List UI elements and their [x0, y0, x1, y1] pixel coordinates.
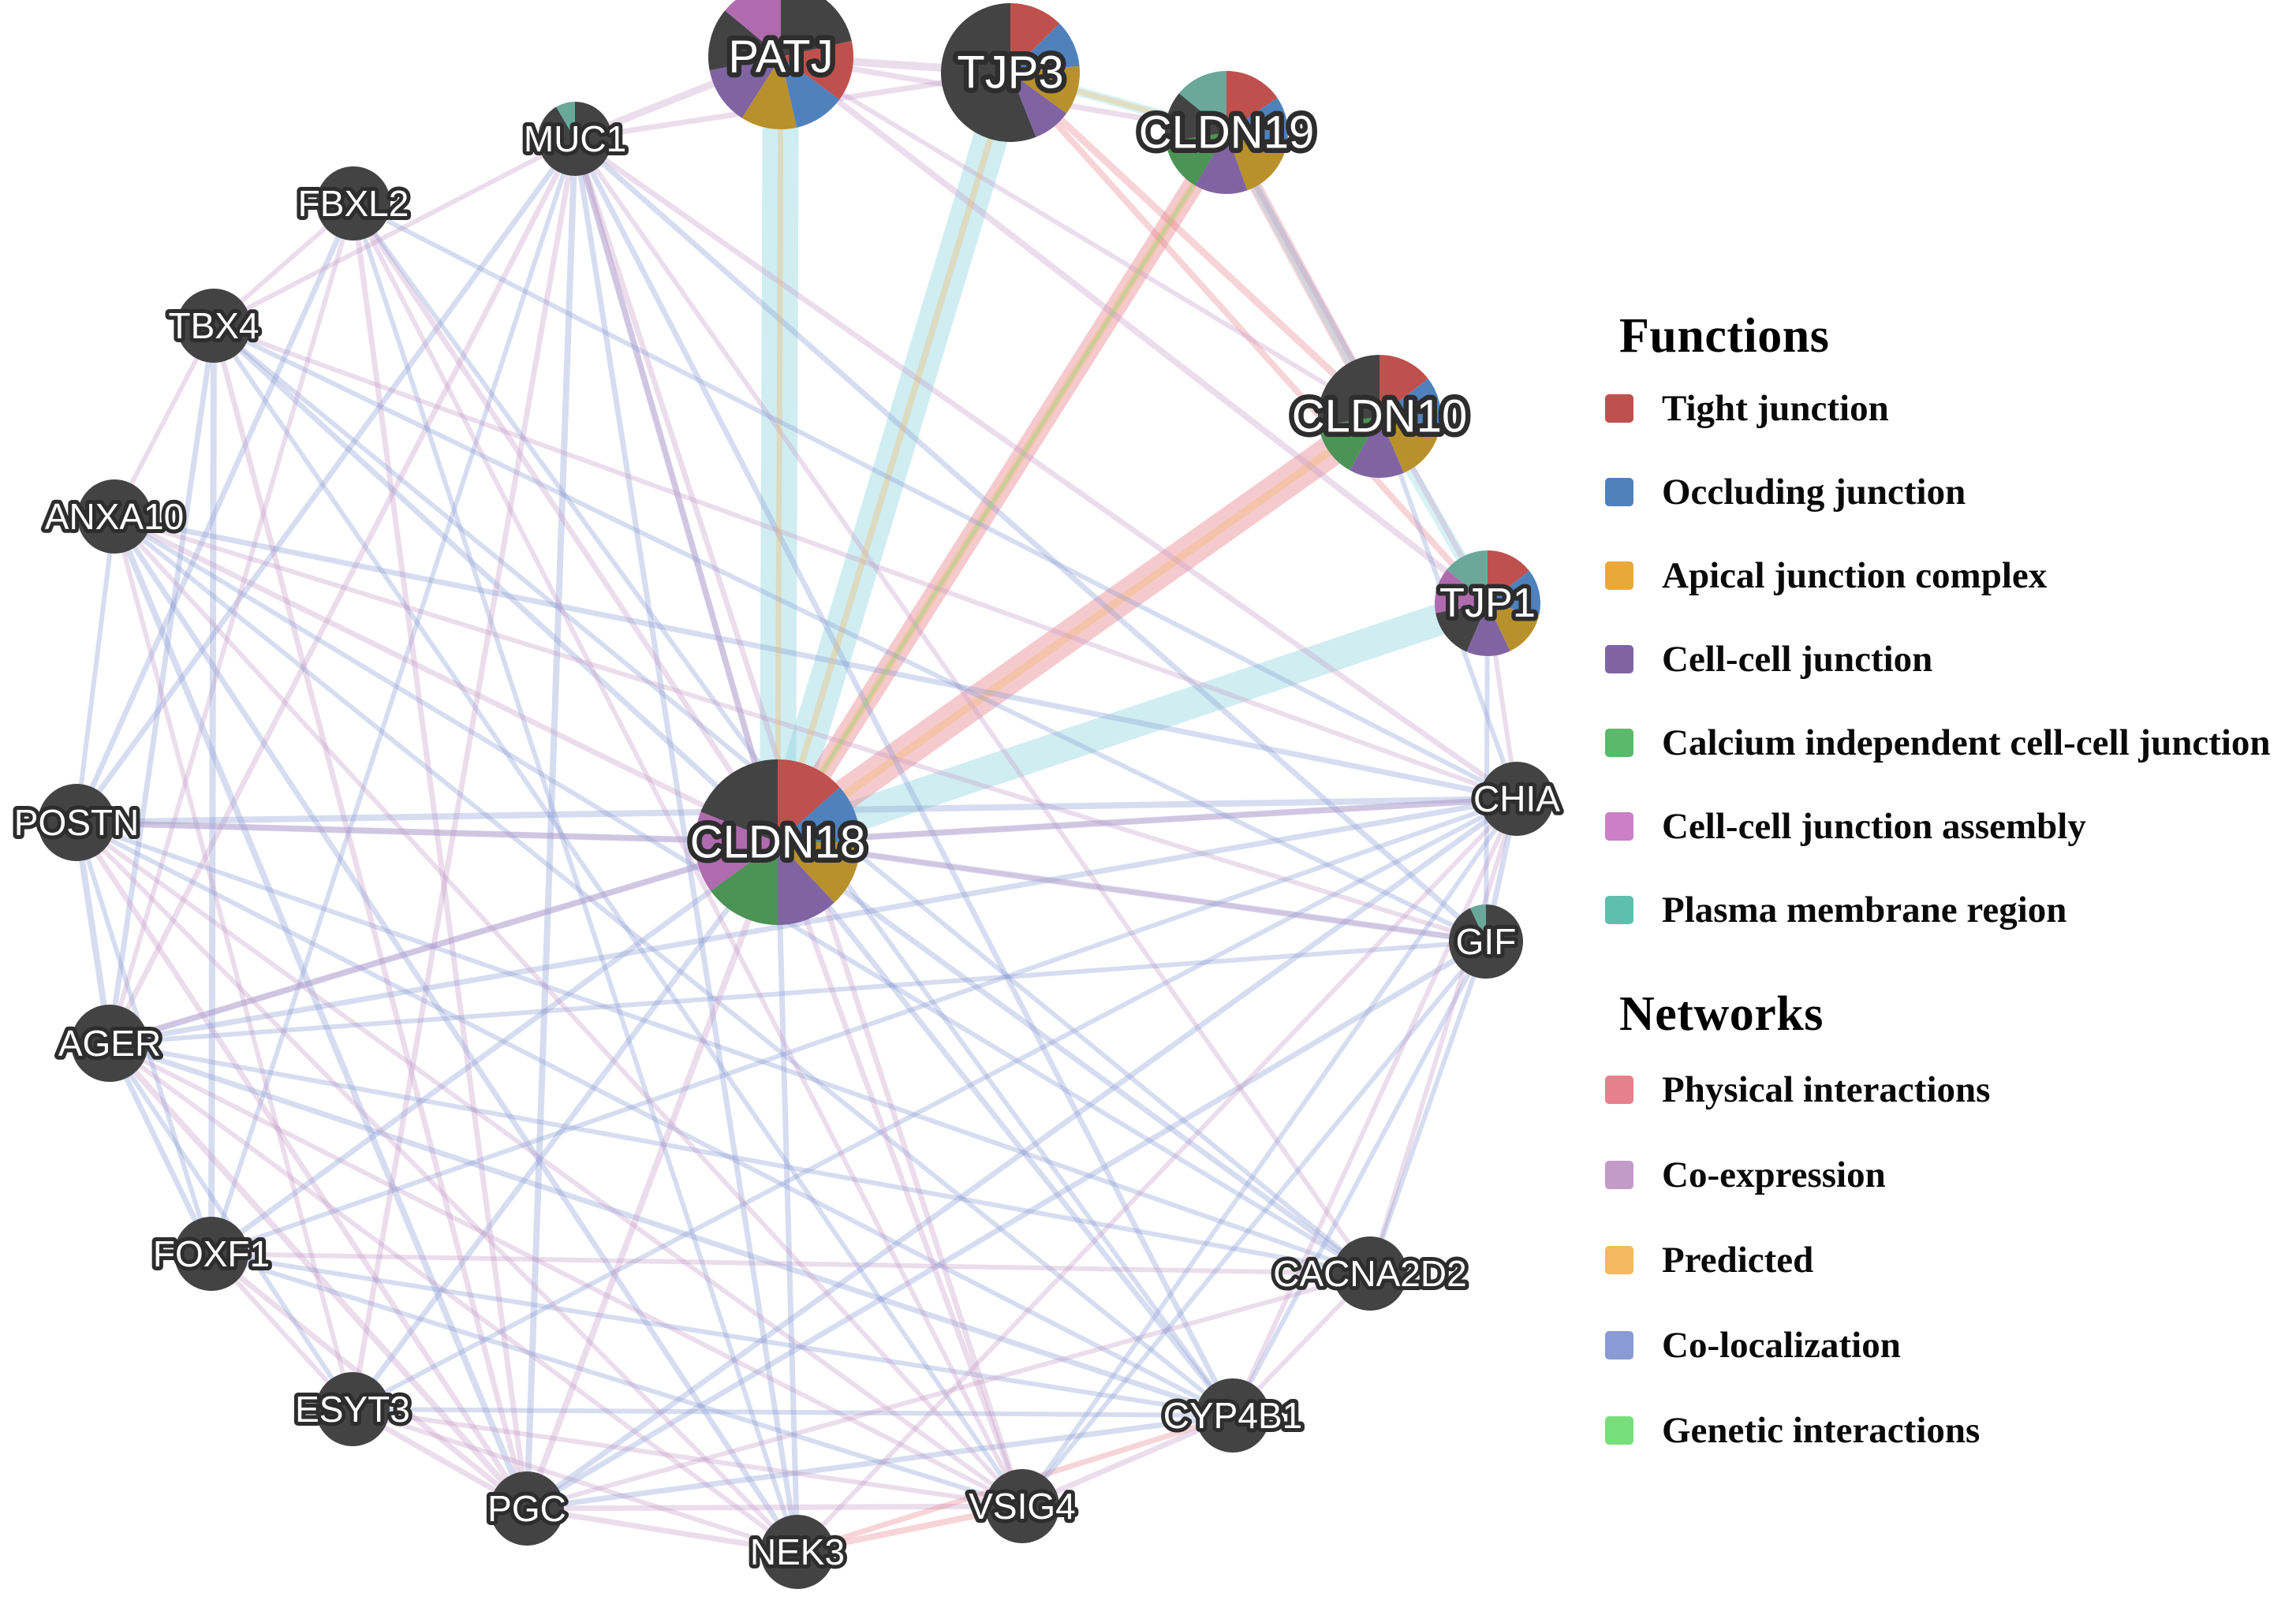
gene-node-pgc[interactable]: PGC — [483, 1471, 570, 1546]
network-edge — [208, 325, 217, 1255]
node-label: AGER — [58, 1023, 161, 1064]
function-legend-label: Apical junction complex — [1662, 554, 2048, 596]
network-edge — [775, 131, 1229, 844]
network-edge — [1230, 940, 1488, 1417]
node-label: CHIA — [1473, 778, 1560, 819]
legend-panel: Functions Tight junction Occluding juncti… — [1605, 311, 2283, 1491]
network-legend-label: Genetic interactions — [1662, 1409, 1981, 1451]
function-legend-label: Cell-cell junction — [1662, 638, 1933, 680]
network-legend-item[interactable]: Physical interactions — [1605, 1065, 2283, 1114]
node-label: CYP4B1 — [1163, 1395, 1302, 1436]
network-legend-swatch-icon — [1605, 1161, 1633, 1189]
network-edge — [1230, 797, 1519, 1417]
network-edge — [351, 202, 780, 844]
gene-node-postn[interactable]: POSTN — [10, 784, 143, 861]
node-label: CLDN18 — [690, 817, 865, 868]
node-label: TBX4 — [168, 305, 259, 346]
network-legend-item[interactable]: Genetic interactions — [1605, 1406, 2283, 1455]
node-label: CLDN10 — [1292, 391, 1467, 442]
node-label: FBXL2 — [298, 183, 409, 224]
network-edge — [775, 56, 784, 843]
network-legend-label: Co-localization — [1662, 1324, 1901, 1366]
node-label: CLDN19 — [1139, 107, 1314, 159]
network-edge — [775, 71, 1014, 844]
function-legend-swatch-icon — [1605, 729, 1633, 757]
gene-node-tjp1[interactable]: TJP1 — [1435, 550, 1540, 656]
network-edge — [572, 138, 781, 843]
function-legend-swatch-icon — [1605, 478, 1633, 506]
network-edge — [106, 325, 217, 1044]
function-legend-label: Cell-cell junction assembly — [1662, 805, 2086, 847]
gene-network-graph: PATJ TJP3 CLDN19 CLDN10 TJP1 CLDN18 MUC1 FBXL2 T… — [10, 0, 1564, 1589]
network-legend-item[interactable]: Co-expression — [1605, 1151, 2283, 1199]
function-legend-label: Tight junction — [1662, 387, 1889, 429]
function-legend-swatch-icon — [1605, 896, 1633, 924]
node-label: ANXA10 — [45, 496, 184, 537]
network-legend-item[interactable]: Co-localization — [1605, 1321, 2283, 1370]
network-edge — [573, 137, 1372, 1275]
network-edge — [109, 939, 1487, 1046]
network-legend-label: Predicted — [1662, 1239, 1814, 1281]
node-label: ESYT3 — [295, 1389, 410, 1430]
network-legend-label: Co-expression — [1662, 1154, 1886, 1195]
network-legend-item[interactable]: Predicted — [1605, 1236, 2283, 1285]
network-legend-label: Physical interactions — [1662, 1069, 1991, 1110]
function-legend-item[interactable]: Tight junction — [1605, 384, 2283, 433]
node-label: PATJ — [728, 32, 833, 83]
gene-node-patj[interactable]: PATJ — [708, 0, 853, 129]
network-legend-swatch-icon — [1605, 1246, 1633, 1274]
node-label: TJP1 — [1439, 580, 1536, 626]
gene-node-gif[interactable]: GIF — [1448, 904, 1523, 979]
function-legend-swatch-icon — [1605, 394, 1633, 423]
node-label: TJP3 — [957, 47, 1063, 99]
node-label: FOXF1 — [153, 1233, 270, 1274]
network-edge — [775, 412, 1382, 846]
figure-canvas: PATJ TJP3 CLDN19 CLDN10 TJP1 CLDN18 MUC1 FBXL2 T… — [0, 0, 2296, 1600]
function-legend-label: Plasma membrane region — [1662, 889, 2067, 931]
function-legend-swatch-icon — [1605, 561, 1633, 590]
network-edge — [350, 840, 780, 1412]
function-legend-swatch-icon — [1605, 645, 1633, 673]
function-legend-item[interactable]: Cell-cell junction assembly — [1605, 802, 2283, 851]
node-label: PGC — [487, 1488, 566, 1529]
function-legend-swatch-icon — [1605, 812, 1633, 841]
functions-legend-title: Functions — [1619, 309, 1830, 363]
function-legend-item[interactable]: Cell-cell junction — [1605, 635, 2283, 684]
network-edge — [1368, 798, 1519, 1274]
networks-legend-list: Physical interactions Co-expression Predic… — [1605, 1065, 2283, 1455]
function-legend-item[interactable]: Plasma membrane region — [1605, 886, 2283, 934]
node-label: NEK3 — [750, 1531, 845, 1572]
gene-node-tjp3[interactable]: TJP3 — [941, 3, 1080, 143]
networks-legend-title: Networks — [1619, 987, 1824, 1041]
node-label: POSTN — [14, 802, 139, 843]
network-legend-swatch-icon — [1605, 1416, 1633, 1445]
network-edge — [211, 324, 1025, 1508]
node-label: VSIG4 — [969, 1486, 1076, 1527]
node-label: CACNA2D2 — [1273, 1253, 1466, 1294]
node-label: MUC1 — [524, 118, 626, 159]
network-edge — [108, 1041, 1024, 1509]
network-edge — [75, 820, 1234, 1418]
function-legend-label: Occluding junction — [1662, 471, 1966, 513]
function-legend-item[interactable]: Calcium independent cell-cell junction — [1605, 718, 2283, 767]
node-label: GIF — [1456, 921, 1517, 962]
functions-legend-list: Tight junction Occluding junction Apical j… — [1605, 384, 2283, 934]
function-legend-item[interactable]: Apical junction complex — [1605, 551, 2283, 600]
gene-node-foxf1[interactable]: FOXF1 — [149, 1217, 274, 1291]
gene-node-cldn19[interactable]: CLDN19 — [1133, 71, 1320, 194]
network-edge — [108, 1041, 799, 1554]
network-legend-swatch-icon — [1605, 1331, 1633, 1359]
function-legend-item[interactable]: Occluding junction — [1605, 468, 2283, 517]
network-edge — [775, 840, 1372, 1276]
function-legend-label: Calcium independent cell-cell junction — [1662, 722, 2271, 763]
network-edge — [74, 136, 577, 825]
network-legend-swatch-icon — [1605, 1076, 1633, 1104]
gene-node-fbxl2[interactable]: FBXL2 — [294, 166, 413, 241]
